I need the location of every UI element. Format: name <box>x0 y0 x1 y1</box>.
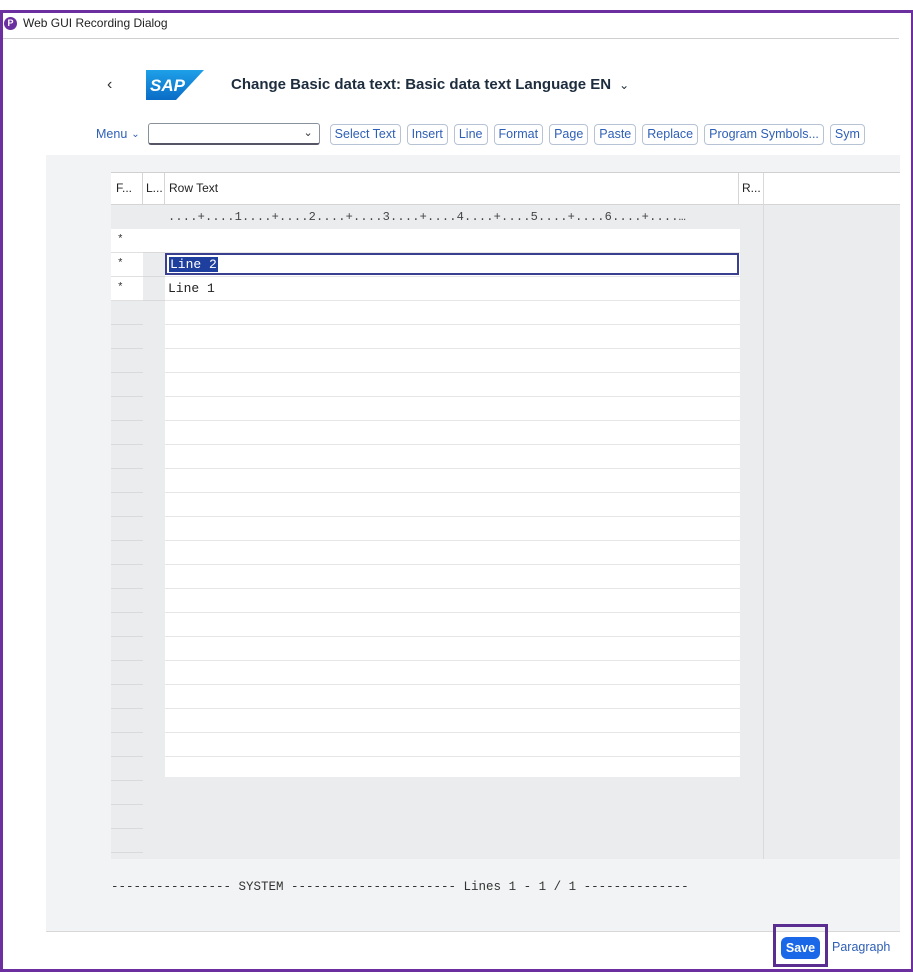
chevron-down-icon[interactable]: ⌄ <box>619 78 629 92</box>
table-row[interactable] <box>165 373 740 397</box>
table-row[interactable] <box>165 637 740 661</box>
format-cell <box>111 661 143 685</box>
format-column: * * * <box>111 229 143 859</box>
column-ruler: ....+....1....+....2....+....3....+....4… <box>168 210 687 224</box>
table-row[interactable] <box>165 301 740 325</box>
format-cell <box>111 301 143 325</box>
format-cell <box>111 589 143 613</box>
window-titlebar: P Web GUI Recording Dialog <box>0 8 900 38</box>
format-cell <box>111 493 143 517</box>
table-row[interactable] <box>165 229 740 253</box>
paste-button[interactable]: Paste <box>594 123 637 145</box>
table-row[interactable] <box>165 493 740 517</box>
format-cell <box>111 805 143 829</box>
page-title[interactable]: Change Basic data text: Basic data text … <box>231 76 629 93</box>
table-row[interactable] <box>165 565 740 589</box>
format-cell[interactable]: * <box>111 229 143 253</box>
page-title-text: Change Basic data text: Basic data text … <box>231 76 612 93</box>
text-editor-table: F... L... Row Text R... ....+....1....+.… <box>111 172 900 859</box>
format-cell <box>111 373 143 397</box>
format-cell <box>111 685 143 709</box>
chevron-down-icon[interactable]: ⌄ <box>303 126 312 139</box>
table-row[interactable] <box>165 589 740 613</box>
format-cell <box>111 733 143 757</box>
format-cell <box>111 421 143 445</box>
format-cell <box>111 829 143 853</box>
recorder-logo-icon: P <box>4 16 17 30</box>
back-icon[interactable]: ‹ <box>107 76 112 94</box>
page-button[interactable]: Page <box>549 123 589 145</box>
table-row[interactable]: Line 1 <box>165 277 740 301</box>
format-cell <box>111 709 143 733</box>
column-header-r[interactable]: R... <box>739 173 764 204</box>
column-header-row-text[interactable]: Row Text <box>165 173 739 204</box>
table-row[interactable] <box>165 397 740 421</box>
table-row[interactable] <box>165 517 740 541</box>
table-row[interactable] <box>165 469 740 493</box>
format-cell <box>111 613 143 637</box>
svg-text:SAP: SAP <box>150 76 186 95</box>
format-cell <box>111 781 143 805</box>
row-text-column: Line 1 <box>165 229 740 777</box>
row-text <box>165 233 168 248</box>
menu-label: Menu <box>96 127 128 141</box>
row-text-input-active[interactable]: Line 2 <box>165 253 739 275</box>
r-column-divider <box>763 173 764 859</box>
insert-button[interactable]: Insert <box>406 123 448 145</box>
format-cell <box>111 757 143 781</box>
table-row[interactable] <box>165 709 740 733</box>
table-row[interactable] <box>165 421 740 445</box>
window-title: Web GUI Recording Dialog <box>23 16 168 30</box>
line-button[interactable]: Line <box>453 123 488 145</box>
format-cell[interactable]: * <box>111 277 143 301</box>
titlebar-divider <box>3 38 899 39</box>
select-text-button[interactable]: Select Text <box>329 123 401 145</box>
line-column <box>143 229 165 859</box>
table-row[interactable] <box>165 349 740 373</box>
row-text: Line 1 <box>168 281 215 296</box>
format-cell <box>111 397 143 421</box>
page-header: ‹ SAP Change Basic data text: Basic data… <box>0 62 900 112</box>
format-cell <box>111 445 143 469</box>
format-cell <box>111 325 143 349</box>
format-cell <box>111 565 143 589</box>
table-row[interactable] <box>165 685 740 709</box>
status-line: ---------------- SYSTEM ----------------… <box>111 880 689 894</box>
format-cell <box>111 349 143 373</box>
footer-divider <box>46 931 900 932</box>
format-cell[interactable]: * <box>111 253 143 277</box>
format-cell <box>111 541 143 565</box>
program-symbols-button[interactable]: Program Symbols... <box>704 123 824 145</box>
selected-text: Line 2 <box>169 257 218 272</box>
table-row[interactable] <box>165 325 740 349</box>
sap-logo: SAP <box>146 70 204 100</box>
table-row[interactable] <box>165 541 740 565</box>
menu-button[interactable]: Menu ⌄ <box>96 127 140 141</box>
command-select[interactable]: ⌄ <box>147 123 320 145</box>
format-cell <box>111 637 143 661</box>
format-cell <box>111 517 143 541</box>
format-button[interactable]: Format <box>493 123 544 145</box>
table-row[interactable] <box>165 733 740 757</box>
column-header-format[interactable]: F... <box>111 173 143 204</box>
toolbar: Menu ⌄ ⌄ Select Text Insert Line Format … <box>96 121 900 147</box>
table-row[interactable] <box>165 613 740 637</box>
column-header-line[interactable]: L... <box>143 173 165 204</box>
line-cell[interactable] <box>143 277 165 301</box>
table-row[interactable] <box>165 661 740 685</box>
paragraph-button[interactable]: Paragraph <box>832 940 890 954</box>
line-cell[interactable] <box>143 253 165 277</box>
format-cell <box>111 469 143 493</box>
replace-button[interactable]: Replace <box>642 123 699 145</box>
table-header: F... L... Row Text R... <box>111 173 900 205</box>
symbols-button[interactable]: Sym <box>829 123 865 145</box>
save-button[interactable]: Save <box>781 937 820 959</box>
table-row[interactable] <box>165 445 740 469</box>
chevron-down-icon: ⌄ <box>131 128 140 140</box>
line-cell[interactable] <box>143 229 165 253</box>
